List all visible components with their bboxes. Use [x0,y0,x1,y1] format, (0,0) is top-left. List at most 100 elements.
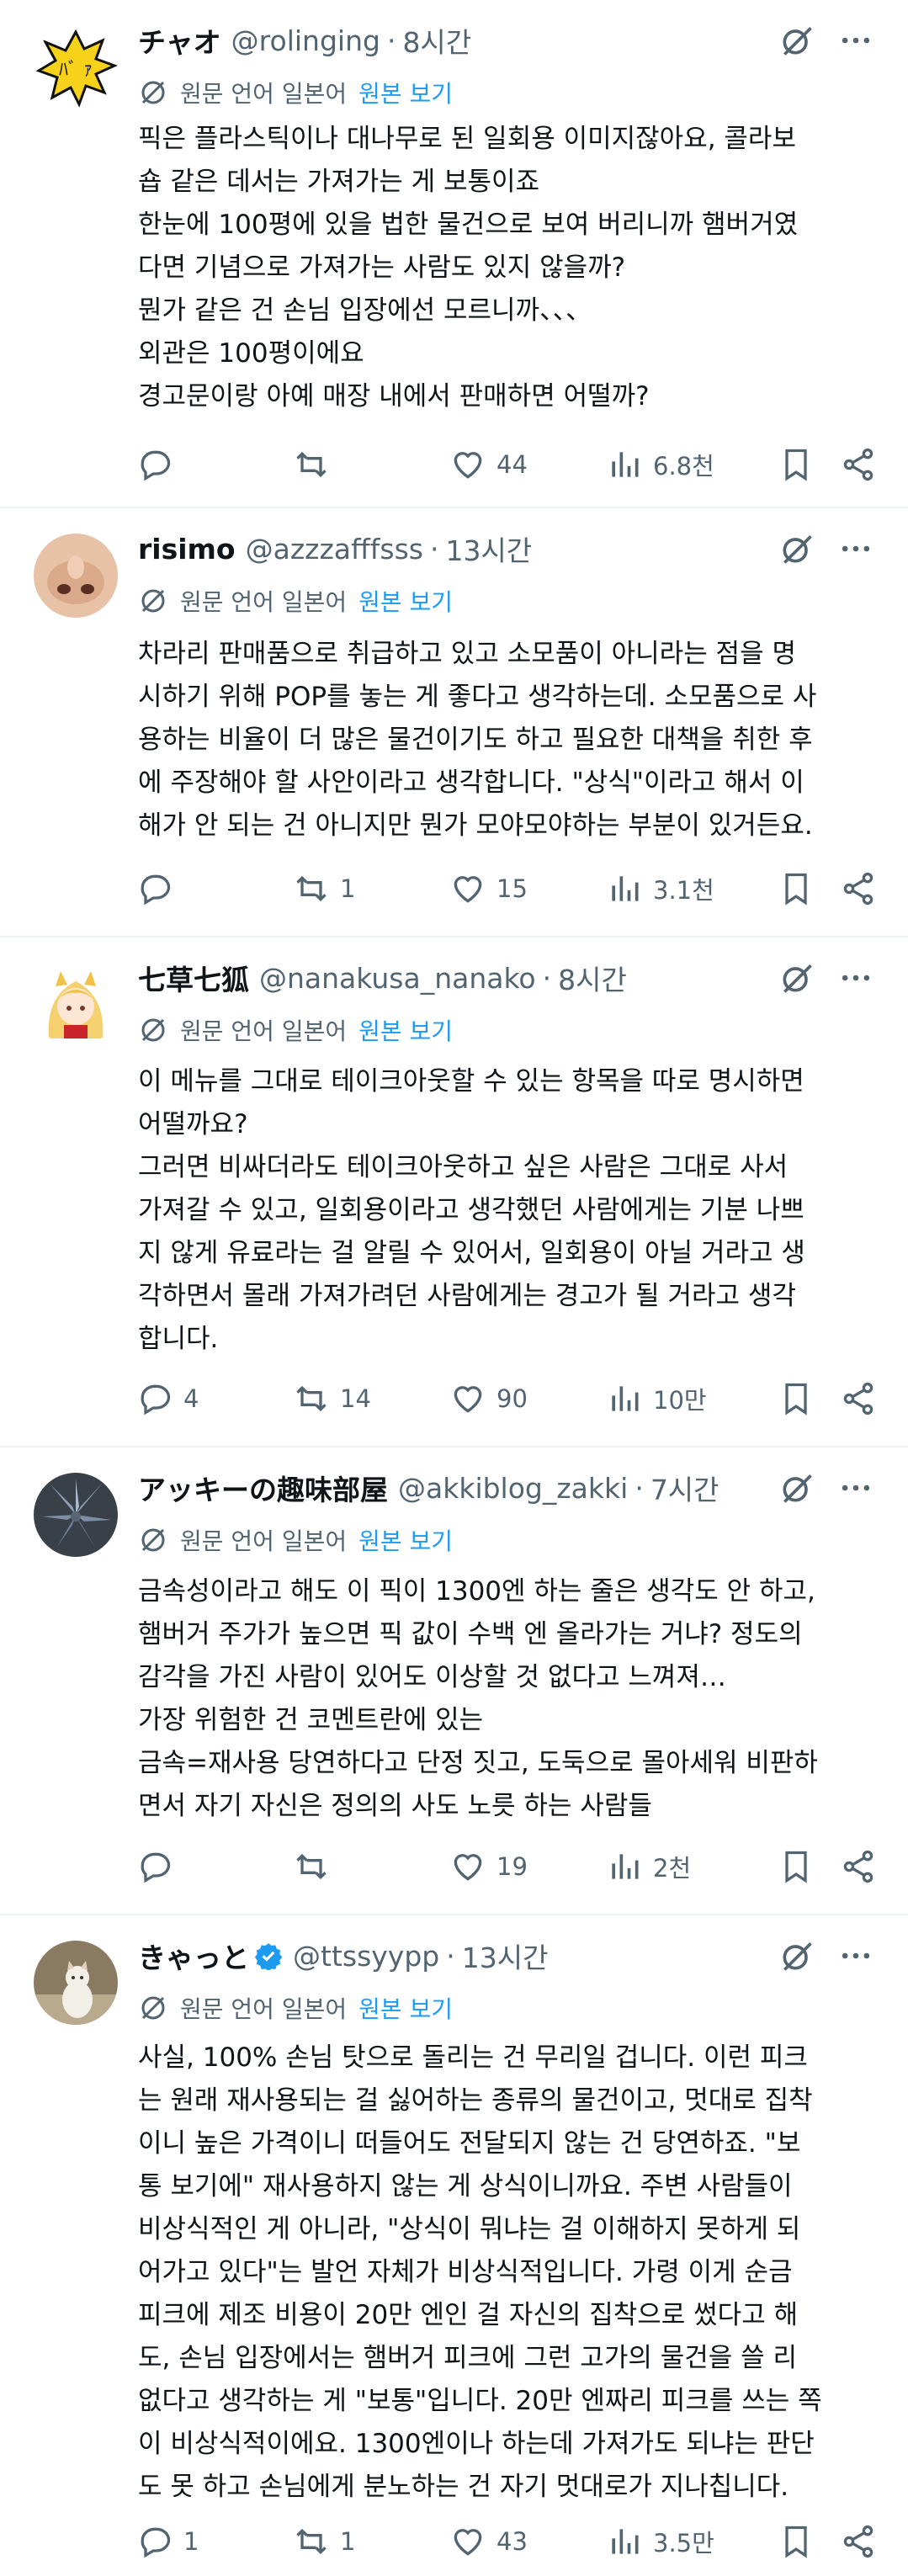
separator-dot: · [386,24,396,57]
text-line: 이 비상식적이에요. 1300엔이나 하는데 가져가도 되냐는 판단 [138,2429,815,2459]
repost-button[interactable]: 14 [293,1375,371,1422]
bookmark-button[interactable] [778,1843,815,1890]
views-button[interactable]: 2천 [606,1843,691,1890]
reply-button[interactable]: 4 [136,1375,199,1422]
reply-count: 1 [183,2527,199,2556]
user-handle[interactable]: @rolinging [231,24,380,57]
tweet[interactable]: 七草七狐 @nanakusa_nanako · 8시간 원문 언어 일본어 원본… [0,937,908,1447]
text-line: 해가 안 되는 건 아니지만 뭔가 모야모야하는 부분이 있거든요. [138,810,813,841]
display-name[interactable]: きゃっと [138,1936,249,1976]
like-button[interactable]: 15 [449,865,528,912]
grok-icon[interactable] [778,1469,815,1506]
avatar[interactable]: ﾊﾞ ｧ [34,25,118,109]
repost-icon [296,451,327,478]
translate-icon [141,589,165,613]
analytics-icon [612,2529,639,2554]
tweet-header: アッキーの趣味部屋 @akkiblog_zakki · 7시간 [138,1466,719,1510]
display-name[interactable]: risimo [138,533,236,566]
user-handle[interactable]: @akkiblog_zakki [398,1472,628,1505]
text-line: 가장 위험한 건 코멘트란에 있는 [138,1705,484,1735]
user-handle[interactable]: @nanakusa_nanako [259,962,536,995]
tweet[interactable]: きゃっと @ttssyypp · 13시간 원문 언어 일본어 원본 보기 사실… [0,1915,908,2576]
bookmark-button[interactable] [778,1375,815,1422]
timestamp[interactable]: 13시간 [462,1936,549,1976]
view-original-link[interactable]: 원본 보기 [358,584,453,618]
more-options-icon[interactable] [837,959,874,996]
like-button[interactable]: 19 [449,1843,528,1890]
share-icon [843,1850,873,1883]
more-options-icon[interactable] [837,1469,874,1506]
bookmark-button[interactable] [778,2518,815,2565]
bookmark-icon [785,1383,807,1415]
display-name[interactable]: チャオ [138,20,221,61]
tweet-text: 이 메뉴를 그대로 테이크아웃할 수 있는 항목을 따로 명시하면 어떨까요? … [138,1060,879,1361]
text-line: 가져갈 수 있고, 일회용이라고 생각했던 사람에게는 기분 나쁘 [138,1195,804,1225]
repost-button[interactable] [293,1843,340,1890]
display-name[interactable]: 七草七狐 [138,958,249,998]
bookmark-button[interactable] [778,865,815,912]
timestamp[interactable]: 8시간 [402,20,471,61]
grok-icon[interactable] [778,530,815,567]
reply-icon [141,874,171,906]
timestamp[interactable]: 7시간 [650,1468,719,1508]
avatar-image [34,1473,118,1557]
verified-badge-icon[interactable] [254,1941,283,1970]
tweet[interactable]: ﾊﾞ ｧ チャオ @rolinging · 8시간 원문 언어 일본어 원본 보… [0,0,908,508]
grok-icon[interactable] [778,959,815,996]
views-button[interactable]: 6.8천 [606,441,714,488]
user-handle[interactable]: @azzzafffsss [246,533,423,566]
repost-button[interactable]: 1 [293,2518,355,2565]
timestamp[interactable]: 13시간 [445,528,532,569]
share-button[interactable] [840,2518,877,2565]
view-original-link[interactable]: 원본 보기 [358,76,453,109]
share-button[interactable] [840,1375,877,1422]
view-original-link[interactable]: 원본 보기 [358,1991,453,2025]
bookmark-button[interactable] [778,441,815,488]
repost-icon [296,875,327,902]
display-name[interactable]: アッキーの趣味部屋 [138,1468,388,1508]
timestamp[interactable]: 8시간 [558,958,627,998]
tweet-text: 차라리 판매품으로 취급하고 있고 소모품이 아니라는 점을 명 시하기 위해 … [138,633,879,847]
text-line: 없다고 생각하는 게 "보통"입니다. 20만 엔짜리 피크를 쓰는 쪽 [138,2386,822,2416]
tweet[interactable]: risimo @azzzafffsss · 13시간 원문 언어 일본어 원본 … [0,508,908,937]
reply-icon [141,2527,171,2558]
repost-count: 1 [340,2527,356,2556]
share-button[interactable] [840,1843,877,1890]
tweet[interactable]: アッキーの趣味部屋 @akkiblog_zakki · 7시간 원문 언어 일본… [0,1447,908,1915]
avatar[interactable] [34,1473,118,1557]
view-original-link[interactable]: 원본 보기 [358,1013,453,1047]
separator-dot: · [542,961,552,995]
more-options-icon[interactable] [837,1937,874,1974]
like-count: 19 [496,1852,528,1881]
grok-icon[interactable] [778,22,815,59]
like-button[interactable]: 44 [449,441,528,488]
view-original-link[interactable]: 원본 보기 [358,1523,453,1557]
share-button[interactable] [840,441,877,488]
views-button[interactable]: 10만 [606,1375,707,1422]
share-icon [843,1382,873,1415]
reply-button[interactable]: 1 [136,2518,199,2565]
like-button[interactable]: 43 [449,2518,528,2565]
like-button[interactable]: 90 [449,1375,528,1422]
repost-button[interactable] [293,441,340,488]
tweet-header: チャオ @rolinging · 8시간 [138,19,471,62]
reply-button[interactable] [136,1843,183,1890]
text-line: 금속=재사용 당연하다고 단정 짓고, 도둑으로 몰아세워 비판하 [138,1748,818,1778]
repost-button[interactable]: 1 [293,865,355,912]
avatar[interactable] [34,534,118,618]
views-button[interactable]: 3.5만 [606,2518,714,2565]
view-count: 3.1천 [653,876,714,905]
text-line: 감각을 가진 사람이 있어도 이상할 것 없다고 느껴져… [138,1662,726,1692]
more-options-icon[interactable] [837,22,874,59]
reply-button[interactable] [136,865,183,912]
user-handle[interactable]: @ttssyypp [293,1940,439,1973]
avatar[interactable] [34,1941,118,2025]
share-button[interactable] [840,865,877,912]
more-options-icon[interactable] [837,530,874,567]
grok-icon[interactable] [778,1937,815,1974]
reply-button[interactable] [136,441,183,488]
action-bar: 1 1 43 3.5만 [136,2518,877,2565]
text-line: 다면 기념으로 가져가는 사람도 있지 않을까? [138,252,626,283]
avatar[interactable] [34,963,118,1047]
views-button[interactable]: 3.1천 [606,865,714,912]
